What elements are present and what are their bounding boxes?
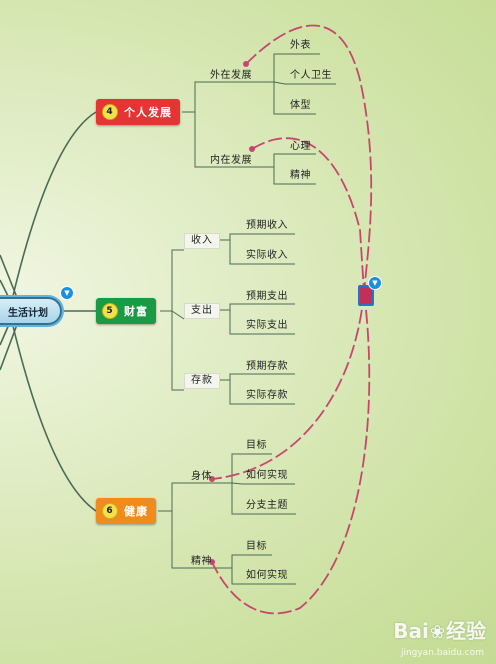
topic-body-shape[interactable]: 体型 [290,100,311,112]
connector-body [158,482,226,512]
topic-expected-expense[interactable]: 预期支出 [246,291,288,303]
topic-expense[interactable]: 支出 [184,303,220,319]
topic-actual-expense[interactable]: 实际支出 [246,320,288,332]
branch-label: 财富 [124,305,148,318]
topic-subtopic[interactable]: 分支主题 [246,500,288,512]
relationship-internal[interactable] [251,137,365,293]
branch-label: 健康 [124,505,148,518]
topic-spirit[interactable]: 精神 [290,170,311,182]
branch-wealth[interactable]: 5 财富 [96,298,156,324]
connector-psychology [262,153,316,168]
topic-hygiene[interactable]: 个人卫生 [290,70,332,82]
connector-root-health [11,321,97,512]
branch-label: 个人发展 [124,106,172,119]
collapse-toggle-icon[interactable]: ▼ [60,286,74,300]
branch-health[interactable]: 6 健康 [96,498,156,524]
relationship-toggle-icon[interactable]: ▼ [368,276,382,290]
connector-income [160,249,184,312]
topic-mental-goal[interactable]: 目标 [246,541,267,553]
relationship-body[interactable] [211,291,365,480]
topic-expected-income[interactable]: 预期收入 [246,220,288,232]
topic-mental[interactable]: 精神 [191,556,212,568]
branch-personal-development[interactable]: 4 个人发展 [96,99,180,125]
topic-income[interactable]: 收入 [184,233,220,249]
watermark-logo: Bai❀经验 [393,619,486,643]
root-topic-label: 生活计划 [8,307,48,319]
branch-number-badge: 5 [102,303,118,319]
connector-hygiene [273,81,336,85]
relationship-mental[interactable] [211,291,371,615]
topic-external-development[interactable]: 外在发展 [210,70,252,82]
topic-actual-income[interactable]: 实际收入 [246,250,288,262]
mindmap-canvas [0,24,373,615]
topic-body-goal[interactable]: 目标 [246,440,267,452]
topic-mental-how[interactable]: 如何实现 [246,570,288,582]
branch-number-badge: 4 [102,104,118,120]
topic-actual-savings[interactable]: 实际存款 [246,390,288,402]
relationship-anchor-external[interactable] [243,61,249,67]
connector-external [182,81,262,113]
topic-body-how[interactable]: 如何实现 [246,470,288,482]
topic-psychology[interactable]: 心理 [290,141,311,153]
branch-number-badge: 6 [102,503,118,519]
connector-expense [171,310,185,320]
root-topic[interactable]: 生活计划 [0,297,62,325]
topic-appearance[interactable]: 外表 [290,40,311,52]
topic-savings[interactable]: 存款 [184,373,220,389]
connector-savings [171,311,184,391]
topic-expected-savings[interactable]: 预期存款 [246,361,288,373]
relationship-anchor-internal[interactable] [249,146,255,152]
topic-body[interactable]: 身体 [191,471,212,483]
topic-internal-development[interactable]: 内在发展 [210,155,252,167]
connector-root-personal [11,111,97,301]
watermark-url: jingyan.baidu.com [400,648,484,658]
paw-icon: ❀ [429,622,445,643]
